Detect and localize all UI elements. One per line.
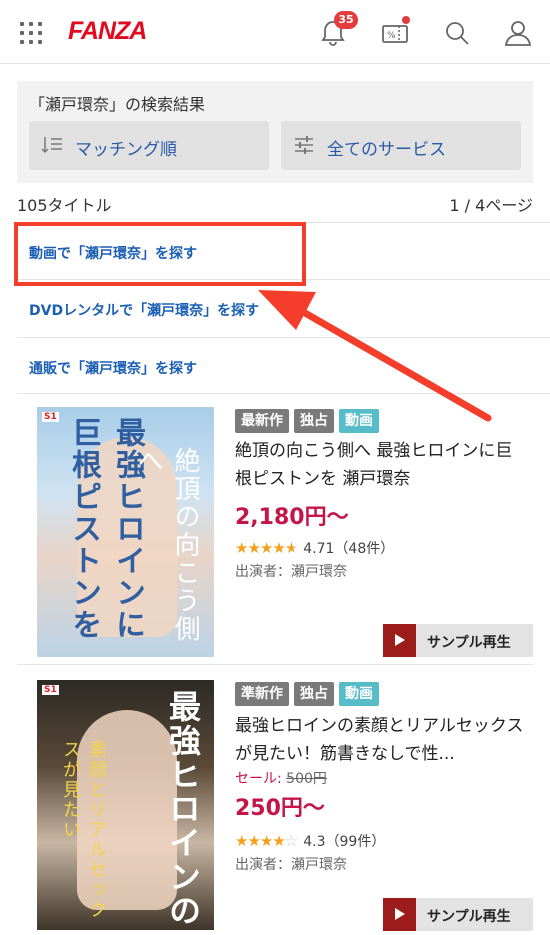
service-label: 全てのサービス [327, 140, 446, 160]
user-icon[interactable] [503, 18, 533, 48]
fanza-logo[interactable]: FANZA [68, 17, 147, 46]
sale-info: セール: 500円 [235, 768, 327, 788]
menu-grid-icon[interactable] [20, 22, 42, 44]
product-item[interactable]: S1 最強ヒロインに巨根ピストンを 絶頂の向こう側へ 最新作 独占 動画 絶頂の… [17, 395, 533, 665]
cover-text: 最強ヒロインの [164, 690, 202, 928]
sample-label: サンプル再生 [427, 909, 511, 925]
rating-row: ★★★★☆ 4.3（99件） [235, 831, 385, 851]
link-mail-order-search[interactable]: 通販で「瀬戸環奈」を探す [17, 337, 550, 394]
tag-semi-new: 準新作 [235, 682, 289, 706]
sale-label: セール: [235, 771, 282, 787]
filter-sliders-icon [295, 136, 313, 154]
sample-play-button[interactable]: サンプル再生 [383, 624, 533, 657]
highlight-annotation-box [14, 222, 306, 286]
result-count: 105タイトル [17, 196, 112, 215]
product-price: 250円〜 [235, 796, 325, 821]
tag-new: 最新作 [235, 409, 289, 433]
label-logo: S1 [42, 685, 59, 695]
page-indicator: 1 / 4ページ [449, 196, 533, 215]
top-header: FANZA 35 % [0, 0, 550, 64]
search-icon[interactable] [442, 18, 472, 48]
label-logo: S1 [42, 412, 59, 422]
star-rating-icon: ★★★★★ [235, 539, 298, 557]
notification-badge: 35 [334, 11, 358, 29]
tag-list: 最新作 独占 動画 [235, 409, 379, 433]
play-icon [383, 624, 416, 657]
original-price: 500円 [286, 771, 327, 787]
star-rating-icon: ★★★★☆ [235, 832, 298, 850]
product-title[interactable]: 絶頂の向こう側へ 最強ヒロインに巨根ピストンを 瀬戸環奈 [235, 437, 525, 493]
sample-play-button[interactable]: サンプル再生 [383, 898, 533, 931]
link-mail-order-label: 通販で「瀬戸環奈」を探す [29, 361, 197, 377]
tag-exclusive: 独占 [294, 409, 334, 433]
rating-row: ★★★★★ 4.71（48件） [235, 538, 394, 558]
cast-text: 出演者：瀬戸環奈 [235, 857, 347, 873]
svg-text:%: % [387, 31, 396, 41]
service-filter-button[interactable]: 全てのサービス [281, 121, 521, 170]
play-icon [383, 898, 416, 931]
product-cover-image[interactable]: S1 最強ヒロインに巨根ピストンを 絶頂の向こう側へ [37, 407, 214, 657]
tag-video: 動画 [339, 682, 379, 706]
link-dvd-label: DVDレンタルで「瀬戸環奈」を探す [29, 303, 260, 319]
rating-text: 4.3（99件） [303, 834, 386, 850]
sort-icon [41, 137, 62, 154]
product-cover-image[interactable]: S1 最強ヒロインの 素顔とリアルセックスが見たい [37, 680, 214, 930]
search-result-heading: 「瀬戸環奈」の検索結果 [29, 95, 206, 114]
sample-label: サンプル再生 [427, 635, 511, 651]
tag-video: 動画 [339, 409, 379, 433]
tag-exclusive: 独占 [294, 682, 334, 706]
product-item[interactable]: S1 最強ヒロインの 素顔とリアルセックスが見たい 準新作 独占 動画 最強ヒロ… [17, 670, 533, 935]
search-summary-box: 「瀬戸環奈」の検索結果 マッチング順 全てのサービス [17, 81, 533, 183]
cover-subtext: 絶頂の向こう側へ [133, 447, 200, 643]
cover-subtext: 素顔とリアルセックスが見たい [60, 740, 107, 920]
product-title[interactable]: 最強ヒロインの素顔とリアルセックスが見たい！筋書きなしで性... [235, 712, 525, 768]
sort-label: マッチング順 [75, 140, 177, 160]
sort-button[interactable]: マッチング順 [29, 121, 269, 170]
link-dvd-rental-search[interactable]: DVDレンタルで「瀬戸環奈」を探す [17, 279, 550, 336]
cast-text: 出演者：瀬戸環奈 [235, 564, 347, 580]
tag-list: 準新作 独占 動画 [235, 682, 379, 706]
product-price: 2,180円〜 [235, 505, 349, 530]
rating-text: 4.71（48件） [303, 541, 395, 557]
coupon-alert-dot [402, 16, 410, 24]
